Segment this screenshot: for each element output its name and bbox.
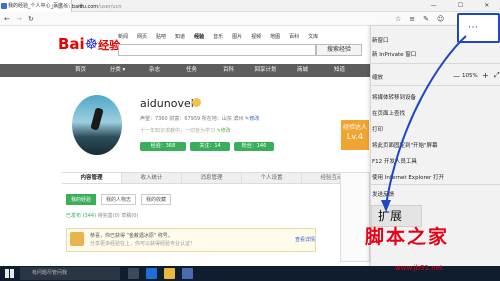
windows-start-icon[interactable]	[5, 269, 14, 278]
task-view-icon[interactable]	[128, 268, 139, 279]
watermark-logo: 脚本之家	[365, 226, 450, 248]
store-icon[interactable]	[182, 268, 193, 279]
watermark-url: www.jb51.net	[395, 264, 443, 272]
cortana-search-field[interactable]: 有问题尽管问我	[20, 267, 120, 280]
file-explorer-icon[interactable]	[164, 268, 175, 279]
edge-icon[interactable]	[146, 268, 157, 279]
